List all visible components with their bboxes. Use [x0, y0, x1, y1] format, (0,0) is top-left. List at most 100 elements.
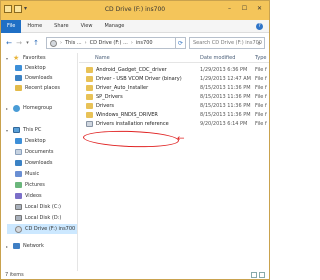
tab-share[interactable]: Share	[48, 23, 74, 29]
ribbon-tabs: File Home Share View Manage ?	[1, 19, 269, 33]
file-name: SP_Drivers	[96, 94, 123, 100]
tab-view[interactable]: View	[75, 23, 99, 29]
file-row[interactable]: Drivers installation reference 9/20/2013…	[83, 120, 269, 128]
nav-downloads[interactable]: Downloads	[15, 73, 52, 83]
cd-drive-icon	[15, 225, 22, 233]
search-input[interactable]: Search CD Drive (F:) ins700 ⌕	[189, 37, 265, 49]
file-row[interactable]: SP_Drivers 8/15/2013 11:36 PM File f	[83, 93, 269, 101]
nav-favorites[interactable]: ▾ ★ Favorites	[6, 53, 46, 63]
column-headers: Name Date modified Type	[79, 53, 269, 63]
minimize-button[interactable]: –	[224, 4, 235, 13]
homegroup-icon	[13, 104, 20, 112]
file-date: 1/29/2013 12:47 AM	[200, 76, 251, 82]
computer-icon	[13, 127, 20, 133]
breadcrumb-cd-drive[interactable]: CD Drive (F:) ...	[90, 40, 128, 46]
tab-manage[interactable]: Manage	[98, 23, 130, 29]
file-name: Windows_RNDIS_DRIVER	[96, 112, 158, 118]
refresh-button[interactable]: ⟳	[176, 37, 186, 49]
collapse-icon[interactable]: ▾	[6, 128, 10, 133]
file-row[interactable]: Windows_RNDIS_DRIVER 8/15/2013 11:36 PM …	[83, 111, 269, 119]
folder-icon	[86, 76, 93, 82]
large-icons-view-icon[interactable]	[259, 272, 265, 278]
file-type: File f	[255, 85, 267, 91]
breadcrumb-ins700[interactable]: ins700	[136, 40, 153, 46]
file-type: File f	[255, 121, 267, 127]
nav-desktop[interactable]: Desktop	[15, 63, 46, 73]
file-date: 8/15/2013 11:36 PM	[200, 103, 251, 109]
collapse-icon[interactable]: ▾	[6, 56, 10, 61]
file-date: 8/15/2013 11:36 PM	[200, 85, 251, 91]
file-type: File f	[255, 103, 267, 109]
address-row: ← → ▾ ↑ › This ... › CD Drive (F:) ... ›…	[1, 34, 269, 52]
file-name: Drivers	[96, 103, 114, 109]
nav-music[interactable]: Music	[15, 169, 39, 179]
title-bar: ▾ CD Drive (F:) ins700 – ☐ ✕	[1, 1, 269, 20]
file-row[interactable]: Driver_Auto_Installer 8/15/2013 11:36 PM…	[83, 84, 269, 92]
nav-videos[interactable]: Videos	[15, 191, 42, 201]
file-type: File f	[255, 67, 267, 73]
nav-this-pc[interactable]: ▾ This PC	[6, 125, 41, 135]
document-icon	[86, 121, 93, 127]
details-view-icon[interactable]	[251, 272, 257, 278]
maximize-button[interactable]: ☐	[239, 4, 250, 13]
file-row[interactable]: Driver - USB VCOM Driver (binary) 1/29/2…	[83, 75, 269, 83]
videos-icon	[15, 193, 22, 199]
forward-button[interactable]: →	[14, 38, 24, 48]
tab-home[interactable]: Home	[21, 23, 48, 29]
column-type[interactable]: Type	[255, 55, 266, 61]
desktop-icon	[15, 65, 22, 71]
back-button[interactable]: ←	[4, 38, 14, 48]
annotation-arrow-icon: ←	[177, 134, 185, 144]
file-type: File f	[255, 112, 267, 118]
nav-homegroup[interactable]: ▸ Homegroup	[6, 103, 52, 113]
nav-network[interactable]: ▸ Network	[6, 241, 44, 251]
file-type: File f	[255, 94, 267, 100]
window-controls: – ☐ ✕	[224, 4, 265, 13]
file-row[interactable]: Android_Gadget_CDC_driver 1/29/2013 6:36…	[83, 66, 269, 74]
explorer-window: ▾ CD Drive (F:) ins700 – ☐ ✕ File Home S…	[0, 0, 270, 280]
recent-places-icon	[15, 85, 22, 91]
up-button[interactable]: ↑	[31, 38, 41, 48]
file-type: File f	[255, 76, 267, 82]
disk-icon	[15, 204, 22, 210]
column-name[interactable]: Name	[95, 55, 110, 61]
close-button[interactable]: ✕	[254, 4, 265, 13]
nav-pc-desktop[interactable]: Desktop	[15, 136, 46, 146]
folder-icon	[86, 112, 93, 118]
breadcrumb-this-pc[interactable]: This ...	[65, 40, 82, 46]
nav-pc-downloads[interactable]: Downloads	[15, 158, 52, 168]
nav-cd-drive[interactable]: CD Drive (F:) ins700	[7, 224, 77, 234]
status-bar: 7 items	[1, 271, 269, 279]
network-icon	[13, 243, 20, 249]
recent-locations-button[interactable]: ▾	[24, 40, 31, 46]
music-icon	[15, 171, 22, 177]
nav-local-disk-c[interactable]: Local Disk (C:)	[15, 202, 61, 212]
search-icon: ⌕	[257, 40, 261, 47]
navigation-pane: ▾ ★ Favorites Desktop Downloads Recent p…	[1, 53, 78, 271]
downloads-icon	[15, 160, 22, 166]
nav-local-disk-d[interactable]: Local Disk (D:)	[15, 213, 61, 223]
file-row[interactable]: Drivers 8/15/2013 11:36 PM File f	[83, 102, 269, 110]
drive-icon	[50, 39, 57, 47]
search-placeholder: Search CD Drive (F:) ins700	[193, 40, 262, 46]
column-date-modified[interactable]: Date modified	[200, 55, 235, 61]
expand-icon[interactable]: ▸	[6, 244, 10, 249]
disk-icon	[15, 215, 22, 221]
file-name: Drivers installation reference	[96, 121, 169, 127]
nav-documents[interactable]: Documents	[15, 147, 54, 157]
pictures-icon	[15, 182, 22, 188]
file-name: Driver - USB VCOM Driver (binary)	[96, 76, 182, 82]
nav-pictures[interactable]: Pictures	[15, 180, 45, 190]
expand-icon[interactable]: ▸	[6, 106, 10, 111]
downloads-icon	[15, 75, 22, 81]
file-name: Driver_Auto_Installer	[96, 85, 149, 91]
address-bar[interactable]: › This ... › CD Drive (F:) ... › ins700	[46, 37, 176, 49]
help-icon[interactable]: ?	[256, 23, 263, 30]
file-name: Android_Gadget_CDC_driver	[96, 67, 167, 73]
nav-recent-places[interactable]: Recent places	[15, 83, 60, 93]
file-date: 9/20/2013 6:14 PM	[200, 121, 248, 127]
star-icon: ★	[13, 53, 20, 62]
file-date: 1/29/2013 6:36 PM	[200, 67, 248, 73]
tab-file[interactable]: File	[1, 19, 22, 33]
folder-icon	[86, 103, 93, 109]
